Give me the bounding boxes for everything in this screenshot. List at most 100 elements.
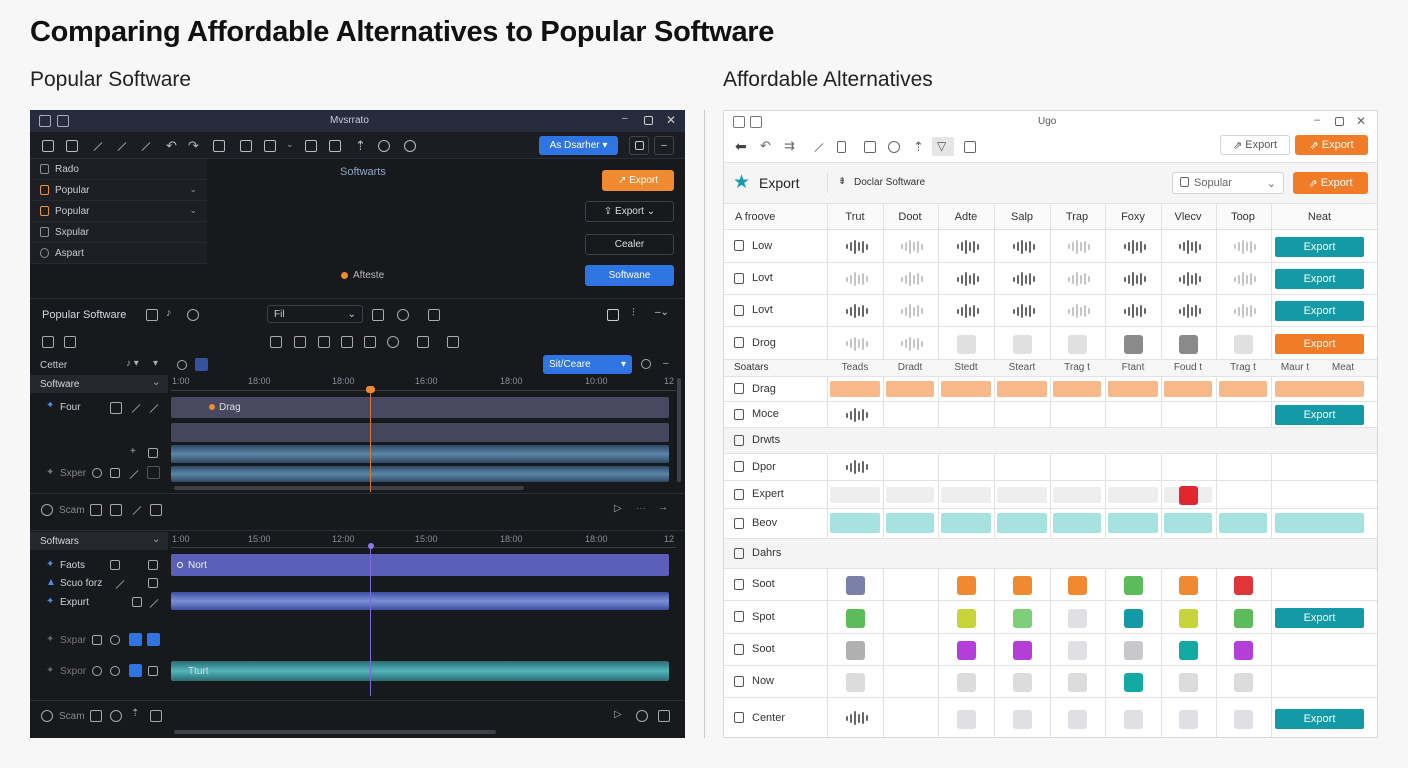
column-header[interactable]: Trap <box>1050 211 1104 223</box>
brush-icon[interactable] <box>147 466 160 479</box>
redo-icon[interactable]: ⇉ <box>784 138 795 154</box>
range-bar[interactable] <box>941 381 991 397</box>
range-bar[interactable] <box>997 381 1047 397</box>
target-icon[interactable] <box>110 666 120 676</box>
tab-label[interactable]: Doclar Software <box>854 177 925 188</box>
grid-icon[interactable] <box>64 336 76 348</box>
box-icon[interactable] <box>148 578 158 588</box>
clip-nort[interactable] <box>171 554 669 576</box>
panel-toggle-button[interactable] <box>629 136 649 155</box>
color-swatch[interactable] <box>1013 334 1032 354</box>
color-swatch[interactable] <box>1124 709 1143 729</box>
minimize-icon[interactable]: – <box>1314 114 1320 126</box>
color-swatch[interactable] <box>1068 709 1087 729</box>
playhead-handle[interactable] <box>368 543 374 549</box>
export-button[interactable]: Export <box>1275 708 1364 729</box>
column-header[interactable]: Vlecv <box>1161 211 1215 223</box>
open-folder-icon[interactable] <box>417 336 429 348</box>
close-icon[interactable]: ✕ <box>666 113 676 127</box>
placeholder-bar[interactable] <box>830 487 880 503</box>
column-header[interactable]: Salp <box>995 211 1049 223</box>
color-swatch[interactable] <box>1234 641 1253 660</box>
color-swatch[interactable] <box>1179 673 1198 692</box>
color-swatch[interactable] <box>1013 709 1032 729</box>
tab-icon[interactable] <box>57 115 69 127</box>
audio-waveform[interactable] <box>171 466 669 482</box>
row-label[interactable]: Drag <box>734 383 776 395</box>
audio-icon[interactable]: ♪ <box>166 307 172 319</box>
export-button[interactable]: Export <box>1275 269 1364 289</box>
row-label[interactable]: Lovt <box>734 304 773 316</box>
snap-icon[interactable] <box>195 358 208 371</box>
row-label[interactable]: Spot <box>734 611 775 623</box>
vertical-scrollbar[interactable] <box>677 378 681 482</box>
loop-icon[interactable] <box>636 710 648 722</box>
color-swatch[interactable] <box>1124 334 1143 354</box>
search-icon[interactable] <box>641 359 651 369</box>
more-icon[interactable]: – <box>663 358 669 369</box>
undo-icon[interactable]: ↶ <box>166 138 177 154</box>
square-icon[interactable] <box>90 504 102 516</box>
row-label[interactable]: Center <box>734 712 785 724</box>
placeholder-bar[interactable] <box>886 487 934 503</box>
undo-icon[interactable]: ↶ <box>760 138 771 154</box>
clip-drag[interactable] <box>171 397 669 418</box>
range-bar[interactable] <box>997 513 1047 533</box>
color-swatch[interactable] <box>846 576 865 595</box>
row-label[interactable]: Lovt <box>734 272 773 284</box>
redo-icon[interactable]: ↷ <box>188 138 199 154</box>
menu-item-aspart[interactable]: Aspart <box>30 243 207 264</box>
preset-select[interactable]: Sit/Ceare ▾ <box>543 355 632 374</box>
range-bar[interactable] <box>886 513 934 533</box>
link-icon[interactable] <box>387 336 399 348</box>
menu-item-rado[interactable]: Rado <box>30 159 207 180</box>
more-icon[interactable]: –⌄ <box>655 307 669 318</box>
box-icon[interactable] <box>148 560 158 570</box>
range-bar[interactable] <box>1108 381 1158 397</box>
color-swatch[interactable] <box>846 673 865 692</box>
color-swatch[interactable] <box>1234 334 1253 354</box>
playhead[interactable] <box>370 546 371 696</box>
color-swatch[interactable] <box>1068 641 1087 660</box>
audio-waveform[interactable] <box>171 661 669 681</box>
text-icon[interactable] <box>110 402 122 414</box>
edit-icon[interactable] <box>149 598 159 609</box>
color-swatch[interactable] <box>1179 709 1198 729</box>
software-button[interactable]: Softwane <box>585 265 674 286</box>
menu-item-popular-1[interactable]: Popular ⌄ <box>30 180 207 201</box>
range-bar[interactable] <box>941 513 991 533</box>
range-bar[interactable] <box>1275 381 1364 397</box>
dropdown-chevron-icon[interactable]: ⌄ <box>286 139 294 150</box>
sidebar-icon[interactable] <box>146 309 158 321</box>
folder-icon[interactable] <box>270 336 282 348</box>
export-button[interactable]: Export <box>1275 405 1364 425</box>
export-button[interactable]: ⇗ Export <box>1293 172 1368 194</box>
menu-item-popular-2[interactable]: Popular ⌄ <box>30 201 207 222</box>
active-toggle-icon[interactable] <box>129 633 142 646</box>
export-button[interactable]: Export <box>1275 236 1364 257</box>
share-icon[interactable] <box>378 140 390 152</box>
gear-icon[interactable] <box>41 504 53 516</box>
range-bar[interactable] <box>1053 513 1101 533</box>
color-swatch[interactable] <box>1179 576 1198 595</box>
people-icon[interactable] <box>888 141 900 153</box>
color-swatch[interactable] <box>957 576 976 595</box>
color-swatch[interactable] <box>1179 334 1198 354</box>
edit-icon[interactable] <box>129 469 139 480</box>
minimize-icon[interactable]: – <box>622 113 628 124</box>
color-swatch[interactable] <box>1068 334 1087 354</box>
bookmark-icon[interactable] <box>294 336 306 348</box>
color-swatch[interactable] <box>846 641 865 660</box>
close-icon[interactable]: ✕ <box>1356 114 1366 128</box>
record-icon[interactable] <box>177 360 187 370</box>
arrow-right-icon[interactable]: → <box>658 502 668 513</box>
color-swatch[interactable] <box>846 608 865 628</box>
color-swatch[interactable] <box>1234 673 1253 692</box>
row-label[interactable]: Dahrs <box>734 547 781 559</box>
toolbar-primary-button[interactable]: As Dsarher ▾ <box>539 136 618 155</box>
cloud-icon[interactable] <box>372 309 384 321</box>
maximize-icon[interactable] <box>644 116 653 125</box>
gear-icon[interactable] <box>41 710 53 722</box>
range-bar[interactable] <box>1219 381 1267 397</box>
play-icon[interactable]: ▷ <box>614 503 622 514</box>
